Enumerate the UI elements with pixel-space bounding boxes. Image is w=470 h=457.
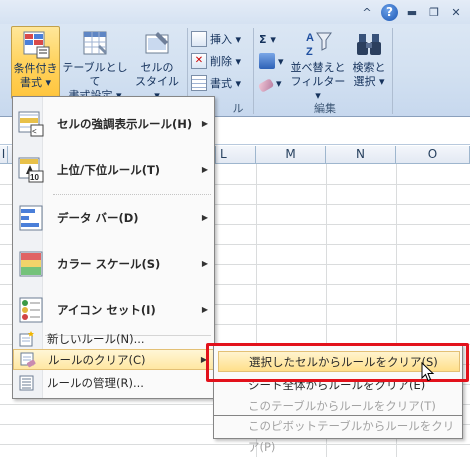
menu-item-color-scale[interactable]: カラー スケール(S) ▶ [13, 241, 214, 286]
fill-button[interactable]: ▾ [259, 51, 284, 71]
find-select-label-2: 選択 ▾ [353, 75, 385, 88]
submenu-item-clear-table: このテーブルからルールをクリア(T) [248, 399, 436, 413]
menu-item-clear-rules[interactable]: ルールのクリア(C) ▶ [13, 349, 214, 370]
menu-item-label: ルールのクリア(C) [48, 352, 146, 367]
color-scale-icon [19, 251, 43, 276]
icon-sets-icon [19, 297, 43, 322]
column-header-row-hint: I [0, 146, 8, 164]
menu-item-label: 新しいルール(N)... [47, 331, 145, 346]
data-bars-icon [19, 205, 43, 230]
menu-item-data-bars[interactable]: データ バー(D) ▶ [13, 195, 214, 240]
submenu-item-clear-pivot: このピボットテーブルからルールをクリア(P) [213, 416, 463, 454]
conditional-format-label-1: 条件付き [13, 62, 58, 75]
svg-text:<: < [32, 127, 37, 136]
format-button[interactable]: 書式 ▾ [191, 73, 241, 93]
format-cells-icon [191, 75, 207, 91]
sum-label: Σ ▾ [259, 32, 276, 46]
chevron-down-icon: ▾ [276, 76, 282, 90]
menu-item-top-bottom[interactable]: 10 上位/下位ルール(T) ▶ [13, 147, 214, 192]
fill-down-icon [259, 53, 275, 69]
manage-rules-icon [19, 375, 34, 390]
menu-item-label: ルールの管理(R)... [47, 375, 144, 390]
find-select-label-1: 検索と [352, 61, 386, 74]
find-select-button[interactable]: 検索と 選択 ▾ [349, 26, 389, 96]
menu-item-new-rule[interactable]: 新しいルール(N)... [13, 328, 214, 349]
menu-item-label: データ バー(D) [57, 210, 139, 225]
svg-text:A: A [306, 32, 314, 44]
conditional-format-button[interactable]: 条件付き 書式 ▾ [11, 26, 60, 99]
format-as-table-label-1: テーブルとして [62, 61, 128, 88]
eraser-icon [257, 77, 275, 93]
delete-button[interactable]: ✕ 削除 ▾ [191, 51, 241, 71]
format-as-table-button[interactable]: テーブルとして 書式設定 ▾ [62, 26, 128, 102]
svg-text:10: 10 [30, 173, 39, 182]
menu-item-highlight-rules[interactable]: < セルの強調表示ルール(H) ▶ [13, 101, 214, 146]
menu-item-icon-sets[interactable]: アイコン セット(I) ▶ [13, 287, 214, 332]
sort-filter-label-1: 並べ替えと [290, 61, 346, 74]
help-icon[interactable]: ? [381, 4, 398, 21]
insert-cells-icon [191, 31, 207, 47]
cell-styles-button[interactable]: セルの スタイル ▾ [131, 26, 183, 102]
sort-filter-label-2: フィルター ▾ [290, 75, 346, 102]
editing-group-label: 編集 [314, 102, 336, 115]
conditional-format-label-2: 書式 ▾ [19, 76, 52, 89]
sort-filter-icon: A Z [306, 32, 332, 58]
column-header-n[interactable]: N [326, 146, 396, 164]
submenu-arrow-icon: ▶ [201, 213, 208, 222]
delete-label: 削除 ▾ [210, 55, 242, 68]
grid-line [0, 444, 470, 445]
chevron-down-icon: ▾ [278, 54, 284, 68]
sum-button[interactable]: Σ ▾ [259, 29, 276, 49]
conditional-format-menu: < セルの強調表示ルール(H) ▶ 10 上位/下位ルール(T) ▶ データ バ… [12, 96, 215, 399]
clear-button[interactable]: ▾ [257, 73, 282, 93]
cell-styles-icon [145, 32, 169, 54]
menu-item-label: アイコン セット(I) [57, 302, 156, 317]
submenu-arrow-icon: ▶ [201, 165, 208, 174]
ribbon-tab-bar: ^ ? ▬ ❐ ✕ [0, 0, 470, 24]
restore-icon[interactable]: ❐ [426, 5, 442, 21]
column-header-m[interactable]: M [256, 146, 326, 164]
group-separator [253, 28, 254, 114]
submenu-arrow-icon: ▶ [201, 305, 208, 314]
menu-item-label: セルの強調表示ルール(H) [57, 116, 193, 131]
group-separator [392, 28, 393, 114]
binoculars-icon [357, 34, 381, 55]
column-header-l[interactable]: L [216, 146, 256, 164]
insert-button[interactable]: 挿入 ▾ [191, 29, 241, 49]
mouse-cursor-icon [421, 362, 435, 382]
format-label: 書式 ▾ [210, 77, 242, 90]
column-header-o[interactable]: O [396, 146, 470, 164]
table-format-icon [83, 31, 107, 55]
cells-group-label: ル [232, 102, 244, 115]
menu-item-label: カラー スケール(S) [57, 256, 161, 271]
menu-item-manage-rules[interactable]: ルールの管理(R)... [13, 372, 214, 393]
submenu-arrow-icon: ▶ [201, 119, 208, 128]
delete-cells-icon: ✕ [191, 53, 207, 69]
chevron-up-icon[interactable]: ^ [359, 5, 375, 21]
insert-label: 挿入 ▾ [210, 33, 242, 46]
excel-window: { "ribbon": { "buttons": { "conditional_… [0, 0, 470, 457]
clear-rules-icon [20, 352, 36, 367]
sort-filter-button[interactable]: A Z 並べ替えと フィルター ▾ [289, 26, 347, 102]
conditional-format-icon [23, 31, 49, 59]
cell-styles-label-1: セルの [140, 61, 174, 74]
svg-text:Z: Z [306, 46, 313, 58]
new-rule-icon [19, 330, 34, 346]
menu-item-label: 上位/下位ルール(T) [57, 162, 161, 177]
close-icon[interactable]: ✕ [448, 5, 464, 21]
minimize-icon[interactable]: ▬ [404, 5, 420, 21]
highlight-rules-icon: < [18, 111, 44, 136]
window-controls: ^ ? ▬ ❐ ✕ [359, 4, 464, 21]
submenu-arrow-icon: ▶ [201, 259, 208, 268]
top-bottom-icon: 10 [18, 157, 44, 182]
